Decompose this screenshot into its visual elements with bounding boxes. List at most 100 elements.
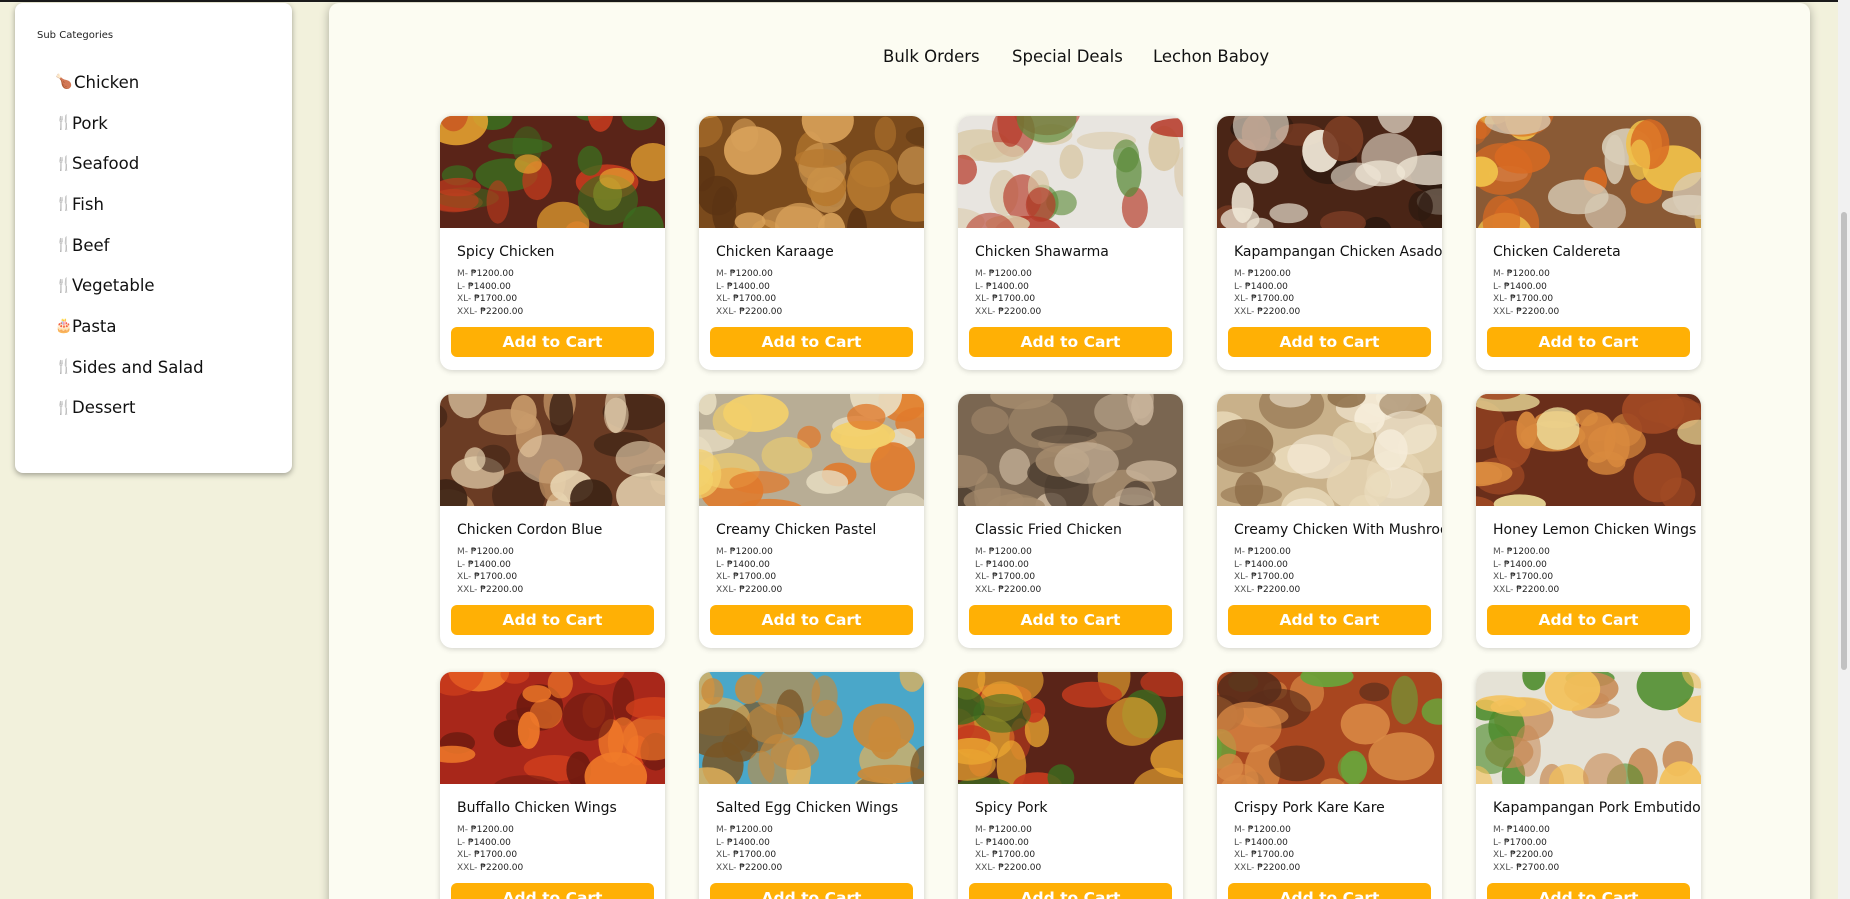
product-image[interactable]: [440, 394, 665, 506]
add-to-cart-button[interactable]: Add to Cart: [710, 883, 913, 899]
price-value: ₱1700.00: [1251, 294, 1295, 305]
utensils-icon: 🍴: [55, 155, 73, 172]
sidebar-item-beef[interactable]: 🍴 Beef: [55, 225, 204, 266]
size-label: M-: [716, 547, 730, 557]
product-image[interactable]: [1217, 116, 1442, 228]
size-label: XL-: [1234, 294, 1252, 305]
price-list: M- ₱1200.00 L- ₱1400.00 XL- ₱1700.00 XXL- ₱…: [975, 824, 1041, 875]
add-to-cart-button[interactable]: Add to Cart: [710, 605, 913, 635]
product-image[interactable]: [958, 394, 1183, 506]
sidebar-item-pasta[interactable]: 🎂 Pasta: [55, 306, 204, 347]
price-row: XXL- ₱2200.00: [457, 862, 523, 875]
price-value: ₱2200.00: [998, 307, 1042, 318]
sidebar-item-label: Beef: [72, 235, 110, 255]
price-row: XXL- ₱2200.00: [457, 584, 523, 597]
product-image[interactable]: [440, 116, 665, 228]
size-label: XXL-: [457, 863, 481, 874]
product-image[interactable]: [958, 672, 1183, 784]
price-row: M- ₱1400.00: [1493, 824, 1559, 837]
scroll-thumb[interactable]: [1841, 212, 1847, 670]
size-label: M-: [975, 825, 989, 835]
product-image[interactable]: [958, 116, 1183, 228]
price-value: ₱1400.00: [467, 281, 511, 292]
price-value: ₱1700.00: [1503, 837, 1547, 848]
product-card: Chicken Karaage M- ₱1200.00 L- ₱1400.00 XL-…: [699, 116, 924, 370]
price-value: ₱1200.00: [1247, 547, 1291, 557]
sidebar-item-dessert[interactable]: 🍴 Dessert: [55, 388, 204, 429]
price-value: ₱1700.00: [474, 294, 518, 305]
nav-lechon-baboy[interactable]: Lechon Baboy: [1153, 47, 1269, 66]
add-to-cart-button[interactable]: Add to Cart: [1228, 327, 1431, 357]
price-row: XXL- ₱2200.00: [1493, 306, 1559, 319]
nav-bulk-orders[interactable]: Bulk Orders: [883, 47, 980, 66]
add-to-cart-button[interactable]: Add to Cart: [451, 327, 654, 357]
product-image[interactable]: [440, 672, 665, 784]
product-card: Chicken Caldereta M- ₱1200.00 L- ₱1400.00 X…: [1476, 116, 1701, 370]
add-to-cart-button[interactable]: Add to Cart: [451, 883, 654, 899]
price-list: M- ₱1200.00 L- ₱1400.00 XL- ₱1700.00 XXL- ₱…: [716, 824, 782, 875]
size-label: L-: [1234, 559, 1245, 570]
product-image[interactable]: [699, 394, 924, 506]
product-grid: Spicy Chicken M- ₱1200.00 L- ₱1400.00 XL- ₱…: [440, 116, 1701, 899]
price-row: L- ₱1400.00: [457, 837, 523, 850]
price-value: ₱1400.00: [1244, 281, 1288, 292]
product-card: Classic Fried Chicken M- ₱1200.00 L- ₱1400…: [958, 394, 1183, 648]
price-row: XXL- ₱2200.00: [975, 306, 1041, 319]
product-image[interactable]: [699, 116, 924, 228]
price-list: M- ₱1200.00 L- ₱1400.00 XL- ₱1700.00 XXL- ₱…: [457, 546, 523, 597]
size-label: M-: [1493, 269, 1507, 279]
add-to-cart-button[interactable]: Add to Cart: [969, 883, 1172, 899]
size-label: XXL-: [1234, 307, 1258, 318]
sidebar-item-seafood[interactable]: 🍴 Seafood: [55, 143, 204, 184]
product-image[interactable]: [1476, 672, 1701, 784]
product-image[interactable]: [699, 672, 924, 784]
add-to-cart-button[interactable]: Add to Cart: [1487, 327, 1690, 357]
price-row: L- ₱1400.00: [1234, 281, 1300, 294]
price-row: XL- ₱1700.00: [975, 571, 1041, 584]
add-to-cart-button[interactable]: Add to Cart: [451, 605, 654, 635]
price-value: ₱1200.00: [470, 547, 514, 557]
price-row: XL- ₱1700.00: [1493, 293, 1559, 306]
sidebar-item-label: Chicken: [74, 72, 140, 92]
product-name: Chicken Shawarma: [975, 244, 1109, 260]
sidebar-item-chicken[interactable]: 🍗 Chicken: [55, 62, 204, 103]
add-to-cart-button[interactable]: Add to Cart: [710, 327, 913, 357]
price-list: M- ₱1200.00 L- ₱1400.00 XL- ₱1700.00 XXL- ₱…: [975, 546, 1041, 597]
sidebar-item-vegetable[interactable]: 🍴 Vegetable: [55, 265, 204, 306]
add-to-cart-button[interactable]: Add to Cart: [969, 327, 1172, 357]
product-image[interactable]: [1476, 394, 1701, 506]
add-to-cart-button[interactable]: Add to Cart: [1228, 605, 1431, 635]
product-image[interactable]: [1476, 116, 1701, 228]
size-label: L-: [716, 837, 727, 848]
nav-special-deals[interactable]: Special Deals: [1012, 47, 1123, 66]
price-value: ₱2200.00: [739, 863, 783, 874]
price-value: ₱1700.00: [474, 850, 518, 861]
size-label: L-: [716, 559, 727, 570]
size-label: XL-: [716, 572, 734, 583]
price-row: XL- ₱1700.00: [716, 571, 782, 584]
add-to-cart-button[interactable]: Add to Cart: [1228, 883, 1431, 899]
price-row: M- ₱1200.00: [975, 546, 1041, 559]
drumstick-icon: 🍗: [55, 74, 73, 91]
add-to-cart-button[interactable]: Add to Cart: [969, 605, 1172, 635]
price-list: M- ₱1200.00 L- ₱1400.00 XL- ₱1700.00 XXL- ₱…: [975, 268, 1041, 319]
add-to-cart-button[interactable]: Add to Cart: [1487, 605, 1690, 635]
add-to-cart-button[interactable]: Add to Cart: [1487, 883, 1690, 899]
price-list: M- ₱1200.00 L- ₱1400.00 XL- ₱1700.00 XXL- ₱…: [716, 268, 782, 319]
size-label: L-: [975, 559, 986, 570]
size-label: XL-: [1493, 294, 1511, 305]
price-row: XXL- ₱2200.00: [975, 862, 1041, 875]
price-row: XL- ₱1700.00: [975, 849, 1041, 862]
page-scrollbar[interactable]: [1838, 0, 1850, 899]
product-image[interactable]: [1217, 394, 1442, 506]
price-value: ₱1200.00: [470, 825, 514, 835]
product-name: Salted Egg Chicken Wings: [716, 800, 899, 816]
price-row: M- ₱1200.00: [1234, 546, 1300, 559]
sidebar-item-sides-and-salad[interactable]: 🍴 Sides and Salad: [55, 347, 204, 388]
product-image[interactable]: [1217, 672, 1442, 784]
sidebar-item-pork[interactable]: 🍴 Pork: [55, 103, 204, 144]
price-value: ₱1700.00: [992, 294, 1036, 305]
sidebar-item-fish[interactable]: 🍴 Fish: [55, 184, 204, 225]
price-value: ₱2200.00: [480, 863, 524, 874]
size-label: M-: [457, 269, 471, 279]
